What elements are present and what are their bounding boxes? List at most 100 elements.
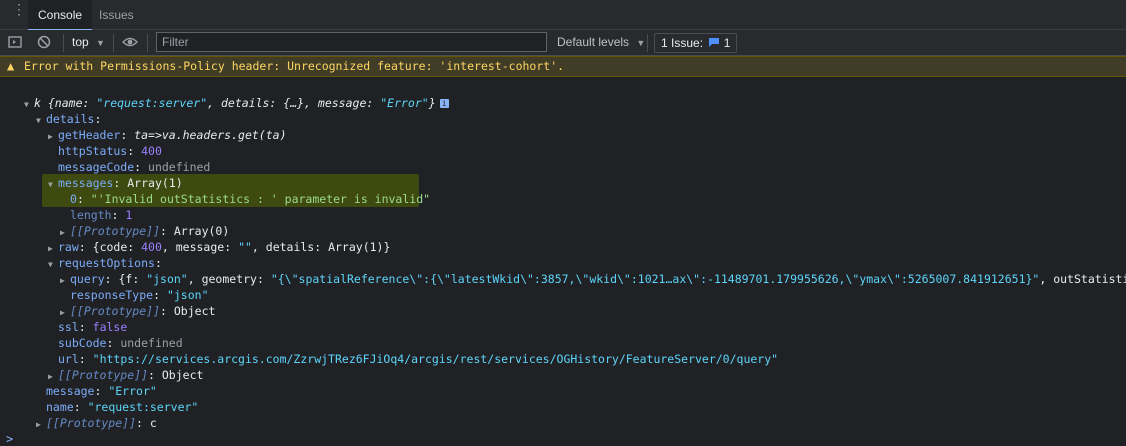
prop-value: Object xyxy=(173,304,216,318)
collapsed-triangle-icon[interactable]: ▶ xyxy=(36,417,46,432)
prop-value: undefined xyxy=(148,160,211,174)
object-summary-d: "Error" xyxy=(380,96,429,110)
prop-key: message xyxy=(46,384,95,398)
prop-value: undefined xyxy=(120,336,183,350)
raw-part-d: "" xyxy=(238,240,252,254)
tree-row-message: message: "Error" xyxy=(46,384,157,398)
chevron-down-icon: ▼ xyxy=(636,38,646,48)
object-summary-e: } xyxy=(428,96,436,110)
object-summary-a: {name: xyxy=(47,96,97,110)
prop-value: "'Invalid outStatistics : ' parameter is… xyxy=(90,192,431,206)
tree-row-getheader[interactable]: ▶ getHeader: ta=>va.headers.get(ta) xyxy=(48,128,287,143)
tree-row-messagecode: messageCode: undefined xyxy=(58,160,211,174)
prop-key: query xyxy=(70,272,105,286)
console-prompt-icon[interactable]: > xyxy=(6,432,13,446)
tab-issues[interactable]: Issues xyxy=(89,0,144,30)
collapsed-triangle-icon[interactable]: ▶ xyxy=(48,369,58,384)
collapsed-triangle-icon[interactable]: ▶ xyxy=(48,129,58,144)
prop-value: "Error" xyxy=(108,384,157,398)
console-toolbar: top ▼ Default levels ▼ 1 Issue: 1 xyxy=(0,30,1126,56)
prop-value: Object xyxy=(161,368,204,382)
tab-console[interactable]: Console xyxy=(28,0,93,31)
expanded-triangle-icon[interactable]: ▼ xyxy=(24,97,34,112)
object-summary-c: , details: {…}, message: xyxy=(207,96,381,110)
live-expression-eye-icon[interactable] xyxy=(122,34,138,50)
tree-row-name: name: "request:server" xyxy=(46,400,199,414)
query-part-b: "json" xyxy=(146,272,188,286)
raw-part-c: , message: xyxy=(161,240,239,254)
raw-part-a: {code: xyxy=(92,240,142,254)
prop-key: name xyxy=(46,400,74,414)
prop-key: [[Prototype]] xyxy=(58,368,149,382)
tree-row-raw[interactable]: ▶ raw: {code: 400, message: "", details: … xyxy=(48,240,390,255)
tree-row-messages[interactable]: ▼ messages: Array(1) xyxy=(48,176,183,191)
query-part-c: , geometry: xyxy=(187,272,271,286)
prop-value: "json" xyxy=(166,288,209,302)
tree-row-details[interactable]: ▼ details: xyxy=(36,112,101,127)
tree-row-requestoptions[interactable]: ▼ requestOptions: xyxy=(48,256,162,271)
tree-row-prototype-array[interactable]: ▶ [[Prototype]]: Array(0) xyxy=(60,224,229,239)
prop-key: length xyxy=(70,208,112,222)
prop-key: [[Prototype]] xyxy=(70,224,161,238)
prop-value: Array(1) xyxy=(127,176,183,190)
tree-row-subcode: subCode: undefined xyxy=(58,336,183,350)
collapsed-triangle-icon[interactable]: ▶ xyxy=(60,273,70,288)
prop-key: [[Prototype]] xyxy=(70,304,161,318)
issue-flag-icon xyxy=(709,38,720,47)
toolbar-divider xyxy=(113,34,114,52)
clear-console-icon[interactable] xyxy=(36,34,52,50)
query-part-e: , outStatistics: xyxy=(1039,272,1126,286)
prop-value: Array(0) xyxy=(173,224,230,238)
more-menu-icon[interactable]: ⋮ xyxy=(12,2,26,23)
prop-key: 0 xyxy=(70,192,77,206)
collapsed-triangle-icon[interactable]: ▶ xyxy=(48,241,58,256)
prop-value: "request:server" xyxy=(87,400,199,414)
prop-key: ssl xyxy=(58,320,79,334)
prop-value: false xyxy=(92,320,128,334)
prop-key: responseType xyxy=(70,288,154,302)
warning-icon: ▲ xyxy=(7,59,15,73)
tree-row-responsetype: responseType: "json" xyxy=(70,288,209,302)
context-selector[interactable]: top ▼ xyxy=(72,35,105,49)
prop-key: raw xyxy=(58,240,79,254)
chevron-down-icon: ▼ xyxy=(96,38,105,48)
issues-counter-button[interactable]: 1 Issue: 1 xyxy=(654,33,738,53)
query-part-a: {f: xyxy=(118,272,147,286)
tree-row-query[interactable]: ▶ query: {f: "json", geometry: "{\"spatia… xyxy=(60,272,1126,287)
warning-message-row: ▲ Error with Permissions-Policy header: … xyxy=(0,56,1126,77)
toolbar-divider xyxy=(147,34,148,52)
tree-row-prototype-c[interactable]: ▶ [[Prototype]]: c xyxy=(36,416,157,431)
sidebar-toggle-icon[interactable] xyxy=(7,34,23,50)
raw-part-e: , details: Array(1)} xyxy=(251,240,391,254)
devtools-tabbar: ⋮ Console Issues xyxy=(0,0,1126,31)
tree-root-row[interactable]: ▼ k {name: "request:server", details: {…}… xyxy=(24,96,449,111)
info-icon[interactable]: i xyxy=(439,99,449,108)
prop-key: messageCode xyxy=(58,160,135,174)
context-label: top xyxy=(72,35,89,49)
prop-key: url xyxy=(58,352,79,366)
tree-row-prototype-object-2[interactable]: ▶ [[Prototype]]: Object xyxy=(48,368,203,383)
object-summary-b: "request:server" xyxy=(96,96,208,110)
prop-value: 1 xyxy=(125,208,133,222)
prop-value: 400 xyxy=(141,144,162,158)
expanded-triangle-icon[interactable]: ▼ xyxy=(36,113,46,128)
collapsed-triangle-icon[interactable]: ▶ xyxy=(60,305,70,320)
tree-row-httpstatus: httpStatus: 400 xyxy=(58,144,162,158)
toolbar-divider xyxy=(647,34,648,52)
expanded-triangle-icon[interactable]: ▼ xyxy=(48,177,58,192)
warning-text: Error with Permissions-Policy header: Un… xyxy=(24,59,565,73)
tree-row-prototype-object[interactable]: ▶ [[Prototype]]: Object xyxy=(60,304,215,319)
object-class-name: k xyxy=(34,96,41,110)
prop-key: [[Prototype]] xyxy=(46,416,137,430)
issues-label: 1 Issue: xyxy=(661,36,704,50)
expanded-triangle-icon[interactable]: ▼ xyxy=(48,257,58,272)
collapsed-triangle-icon[interactable]: ▶ xyxy=(60,225,70,240)
tree-row-length: length: 1 xyxy=(70,208,133,222)
issues-count: 1 xyxy=(723,36,731,50)
query-part-d: "{\"spatialReference\":{\"latestWkid\":3… xyxy=(270,272,1040,286)
prop-key: details xyxy=(46,112,95,126)
log-levels-dropdown[interactable]: Default levels ▼ xyxy=(557,35,645,49)
filter-input[interactable] xyxy=(156,32,547,52)
levels-label: Default levels xyxy=(557,35,630,49)
tree-row-ssl: ssl: false xyxy=(58,320,128,334)
